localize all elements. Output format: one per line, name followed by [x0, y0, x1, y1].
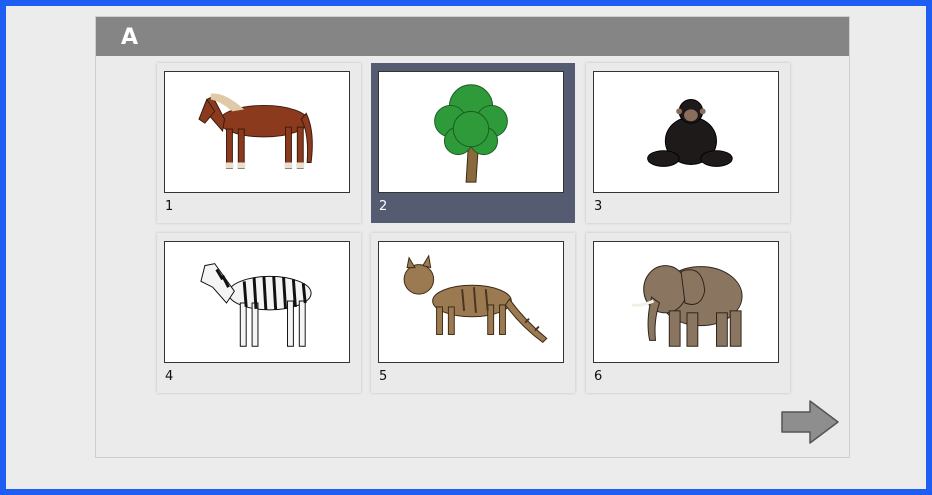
card-label: 3: [594, 199, 603, 214]
image-card-horse[interactable]: 1: [157, 63, 361, 223]
card-label: 4: [165, 369, 174, 384]
image-card-zebra[interactable]: 4: [157, 233, 361, 393]
arrow-right-icon: [781, 400, 839, 444]
card-label: 6: [594, 369, 603, 384]
elephant-image: [593, 241, 779, 363]
next-arrow-button[interactable]: [780, 399, 842, 445]
wild-cat-image: [378, 241, 564, 363]
image-card-tree[interactable]: 2: [371, 63, 575, 223]
zebra-image: [164, 241, 350, 363]
tree-image: [378, 71, 564, 193]
image-card-wild-cat[interactable]: 5: [371, 233, 575, 393]
card-label: 1: [165, 199, 174, 214]
page-title: A: [121, 25, 139, 50]
image-card-chimpanzee[interactable]: 3: [586, 63, 790, 223]
chimpanzee-image: [593, 71, 779, 193]
card-label: 2: [379, 199, 388, 214]
image-card-elephant[interactable]: 6: [586, 233, 790, 393]
content-panel: A 1 2 3 4 5 6: [95, 16, 850, 458]
header-bar: A: [96, 17, 849, 56]
card-label: 5: [379, 369, 388, 384]
horse-image: [164, 71, 350, 193]
app-window: A 1 2 3 4 5 6: [0, 0, 932, 495]
